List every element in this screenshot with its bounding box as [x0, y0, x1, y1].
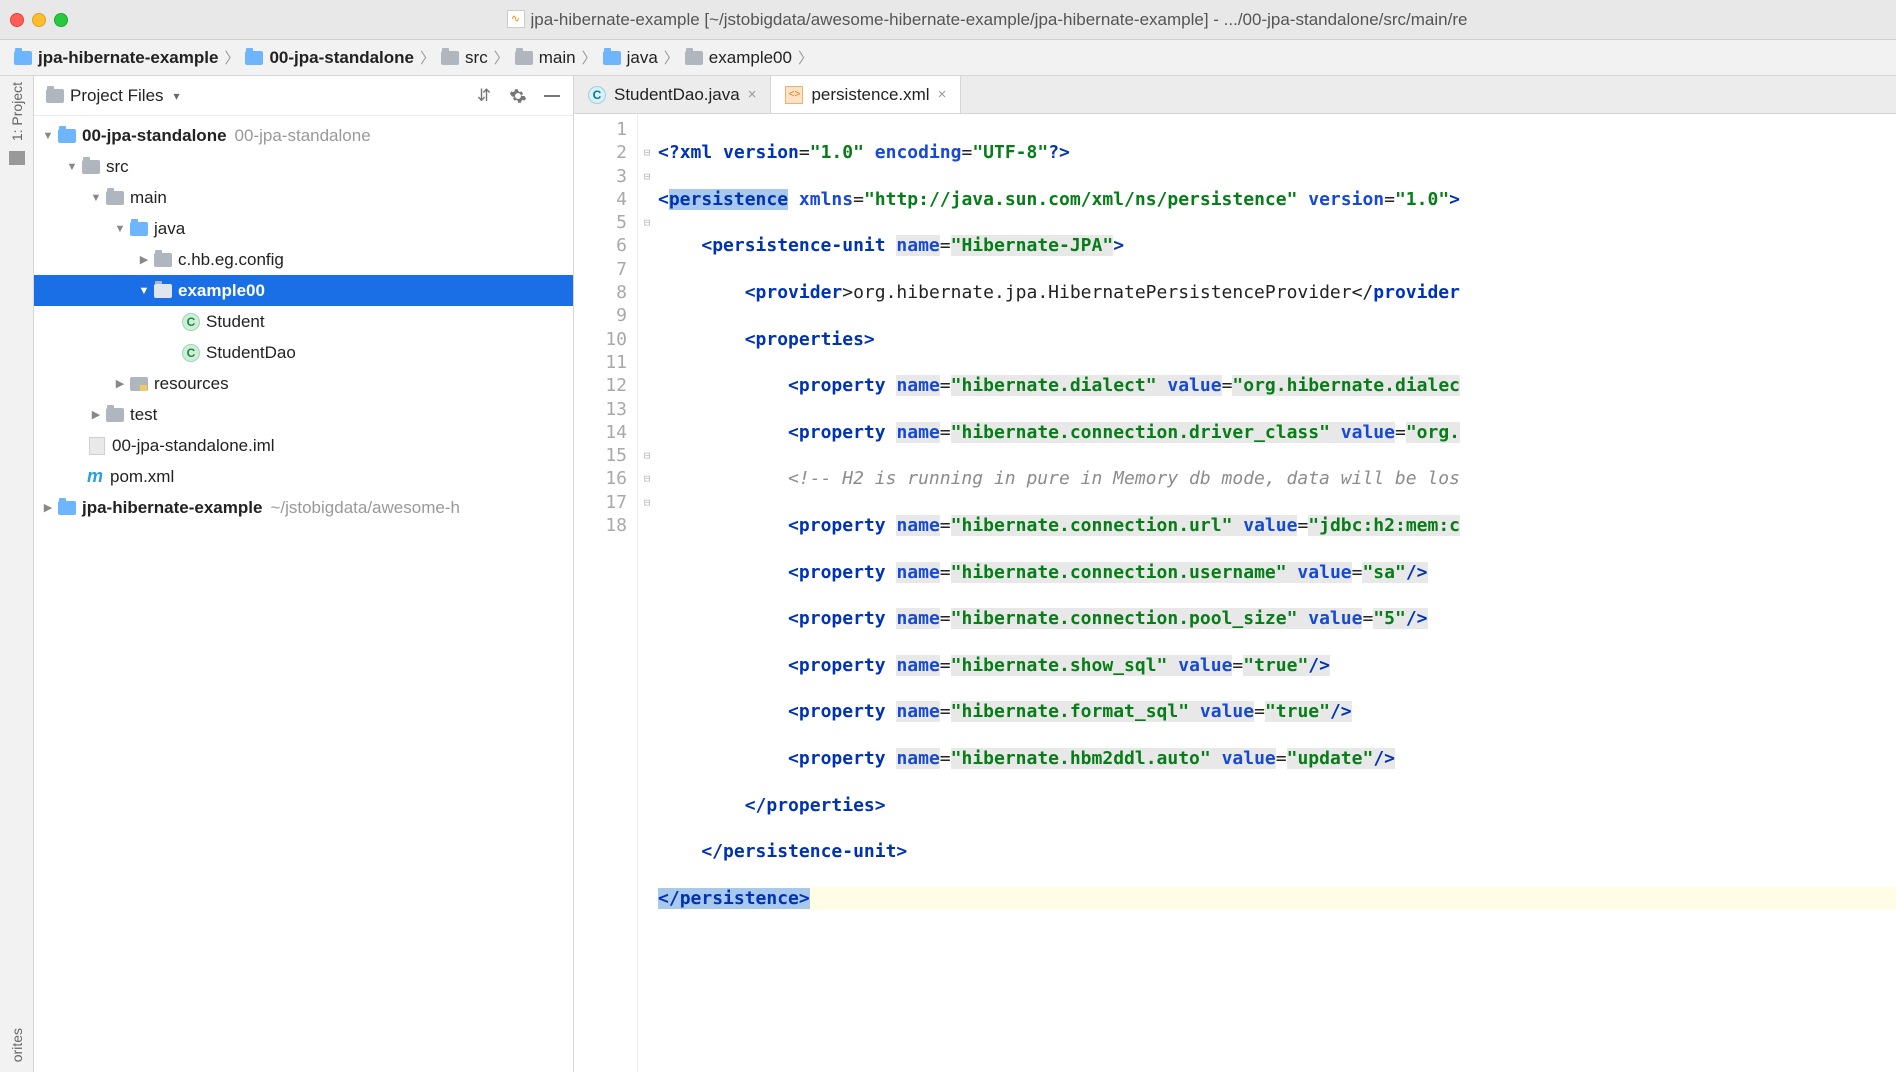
hide-tool-window-icon[interactable]	[543, 87, 561, 105]
source-folder-icon	[130, 222, 148, 236]
folder-icon	[106, 191, 124, 205]
folder-icon	[685, 51, 703, 65]
java-file-icon: C	[588, 86, 606, 104]
tree-package-config[interactable]: ▶ c.hb.eg.config	[34, 244, 573, 275]
tool-window-strip-left: 1: Project orites	[0, 76, 34, 1072]
project-tool-header: Project Files ▾ ⇵	[34, 76, 573, 116]
tree-module-root2[interactable]: ▶ jpa-hibernate-example ~/jstobigdata/aw…	[34, 492, 573, 523]
module-icon	[14, 51, 32, 65]
crumb-jpa-hibernate-example[interactable]: jpa-hibernate-example	[14, 48, 218, 68]
minimize-window-button[interactable]	[32, 13, 46, 27]
project-tool-window: Project Files ▾ ⇵ ▼ 00-jpa-standalone 00…	[34, 76, 574, 1072]
tree-package-example00[interactable]: ▼ example00	[34, 275, 573, 306]
crumb-java[interactable]: java	[603, 48, 658, 68]
title-bar: ∿ jpa-hibernate-example [~/jstobigdata/a…	[0, 0, 1896, 40]
tree-class-student[interactable]: C Student	[34, 306, 573, 337]
tree-folder-test[interactable]: ▶ test	[34, 399, 573, 430]
project-view-selector[interactable]: Project Files ▾	[46, 86, 180, 106]
zoom-window-button[interactable]	[54, 13, 68, 27]
tab-persistence-xml[interactable]: <> persistence.xml ×	[771, 76, 961, 113]
module-icon	[58, 501, 76, 515]
package-icon	[154, 253, 172, 267]
project-tree[interactable]: ▼ 00-jpa-standalone 00-jpa-standalone ▼ …	[34, 116, 573, 1072]
crumb-src[interactable]: src	[441, 48, 488, 68]
class-icon: C	[182, 344, 200, 362]
fold-gutter[interactable]: ⊟⊟⊟ ⊟⊟⊟	[638, 114, 656, 1072]
xml-file-icon: <>	[785, 86, 803, 104]
class-icon: C	[182, 313, 200, 331]
tree-file-pom[interactable]: m pom.xml	[34, 461, 573, 492]
module-icon	[245, 51, 263, 65]
chevron-right-icon: 〉	[420, 47, 435, 68]
project-tool-actions: ⇵	[475, 87, 561, 105]
breadcrumb[interactable]: jpa-hibernate-example 〉 00-jpa-standalon…	[0, 40, 1896, 76]
window-title: jpa-hibernate-example [~/jstobigdata/awe…	[531, 10, 1468, 30]
chevron-right-icon: 〉	[664, 47, 679, 68]
module-icon	[58, 129, 76, 143]
editor-area: C StudentDao.java × <> persistence.xml ×…	[574, 76, 1896, 1072]
tree-class-studentdao[interactable]: C StudentDao	[34, 337, 573, 368]
folder-icon	[106, 408, 124, 422]
close-tab-icon[interactable]: ×	[748, 86, 757, 103]
close-tab-icon[interactable]: ×	[938, 86, 947, 103]
tab-studentdao[interactable]: C StudentDao.java ×	[574, 76, 771, 113]
crumb-00-jpa-standalone[interactable]: 00-jpa-standalone	[245, 48, 414, 68]
chevron-right-icon: 〉	[798, 47, 813, 68]
tree-module-root[interactable]: ▼ 00-jpa-standalone 00-jpa-standalone	[34, 120, 573, 151]
crumb-main[interactable]: main	[515, 48, 576, 68]
scroll-from-source-icon[interactable]: ⇵	[475, 87, 493, 105]
tab-label: persistence.xml	[811, 85, 929, 105]
tab-label: StudentDao.java	[614, 85, 740, 105]
project-tool-button[interactable]: 1: Project	[9, 82, 25, 141]
chevron-down-icon: ▾	[174, 89, 180, 103]
folder-icon	[82, 160, 100, 174]
rss-file-icon: ∿	[507, 10, 525, 28]
settings-gear-icon[interactable]	[509, 87, 527, 105]
structure-icon[interactable]	[9, 151, 25, 165]
package-icon	[154, 284, 172, 298]
folder-icon	[515, 51, 533, 65]
project-view-label: Project Files	[70, 86, 164, 106]
chevron-right-icon: 〉	[224, 47, 239, 68]
folder-icon	[46, 89, 64, 103]
chevron-right-icon: 〉	[582, 47, 597, 68]
close-window-button[interactable]	[10, 13, 24, 27]
tree-folder-java[interactable]: ▼ java	[34, 213, 573, 244]
editor-tabs: C StudentDao.java × <> persistence.xml ×	[574, 76, 1896, 114]
favorites-tool-button[interactable]: orites	[9, 1028, 25, 1062]
window-controls	[10, 13, 68, 27]
maven-file-icon: m	[87, 466, 103, 487]
folder-icon	[441, 51, 459, 65]
editor[interactable]: 123456789101112131415161718 ⊟⊟⊟ ⊟⊟⊟ <?xm…	[574, 114, 1896, 1072]
resources-folder-icon	[130, 377, 148, 391]
source-folder-icon	[603, 51, 621, 65]
chevron-right-icon: 〉	[494, 47, 509, 68]
tree-file-iml[interactable]: 00-jpa-standalone.iml	[34, 430, 573, 461]
tree-folder-resources[interactable]: ▶ resources	[34, 368, 573, 399]
tree-folder-src[interactable]: ▼ src	[34, 151, 573, 182]
code-content[interactable]: <?xml version="1.0" encoding="UTF-8"?> <…	[656, 114, 1896, 1072]
line-number-gutter: 123456789101112131415161718	[574, 114, 638, 1072]
crumb-example00[interactable]: example00	[685, 48, 792, 68]
tree-folder-main[interactable]: ▼ main	[34, 182, 573, 213]
iml-file-icon	[89, 437, 105, 455]
